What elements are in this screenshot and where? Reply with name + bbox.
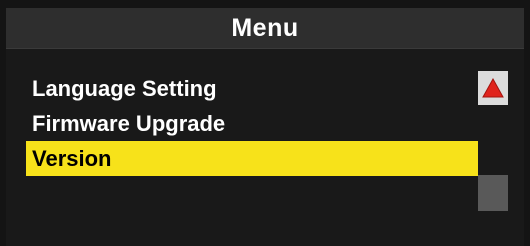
menu-item-version[interactable]: Version <box>26 141 478 176</box>
menu-panel: Language Setting Firmware Upgrade Versio… <box>6 49 524 246</box>
scrollbar-thumb[interactable] <box>478 175 508 211</box>
menu-screen: Menu Language Setting Firmware Upgrade V… <box>0 0 530 246</box>
title-bar: Menu <box>6 8 524 49</box>
menu-item-language-setting[interactable]: Language Setting <box>26 71 478 106</box>
triangle-up-icon <box>482 78 504 98</box>
menu-item-firmware-upgrade[interactable]: Firmware Upgrade <box>26 106 478 141</box>
scroll-up-button[interactable] <box>478 71 508 105</box>
page-title: Menu <box>231 13 299 42</box>
menu-list: Language Setting Firmware Upgrade Versio… <box>26 71 478 176</box>
